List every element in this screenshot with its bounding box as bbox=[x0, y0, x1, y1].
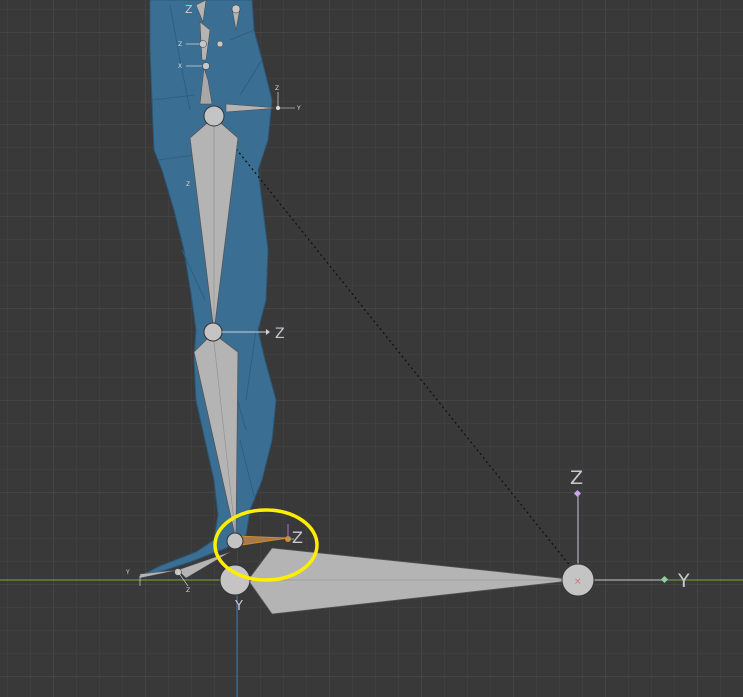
mini-toe-z-label-2: Z bbox=[186, 587, 190, 594]
foot-ik-bone[interactable] bbox=[247, 547, 579, 615]
mini-x-label: X bbox=[178, 63, 182, 70]
mini-toe-z-label: Z bbox=[186, 181, 190, 188]
ankle-z-label: Z bbox=[292, 528, 303, 547]
ik-target-z-label: Z bbox=[570, 467, 583, 489]
ik-target-empty[interactable]: Z Y × bbox=[561, 467, 690, 597]
3d-viewport[interactable]: Z X Z Y Z Y Z Z Z Y Z Z Y × bbox=[0, 0, 743, 697]
mini-z-label: Z bbox=[178, 41, 182, 48]
spine-z-label: Z bbox=[185, 3, 193, 16]
mini-thigh-z-label: Z bbox=[275, 85, 279, 92]
shin-bone[interactable] bbox=[193, 322, 239, 541]
scene-svg[interactable]: Z X Z Y Z Y Z Z Z Y Z Z Y × bbox=[0, 0, 743, 697]
mini-thigh-y-label: Y bbox=[296, 105, 301, 112]
ik-target-y-label: Y bbox=[677, 570, 690, 592]
ik-dashed-line bbox=[232, 144, 576, 573]
knee-z-label: Z bbox=[275, 326, 285, 342]
mini-toe-y-label: Y bbox=[125, 569, 130, 576]
heel-y-label: Y bbox=[234, 599, 243, 614]
svg-text:×: × bbox=[574, 577, 582, 587]
